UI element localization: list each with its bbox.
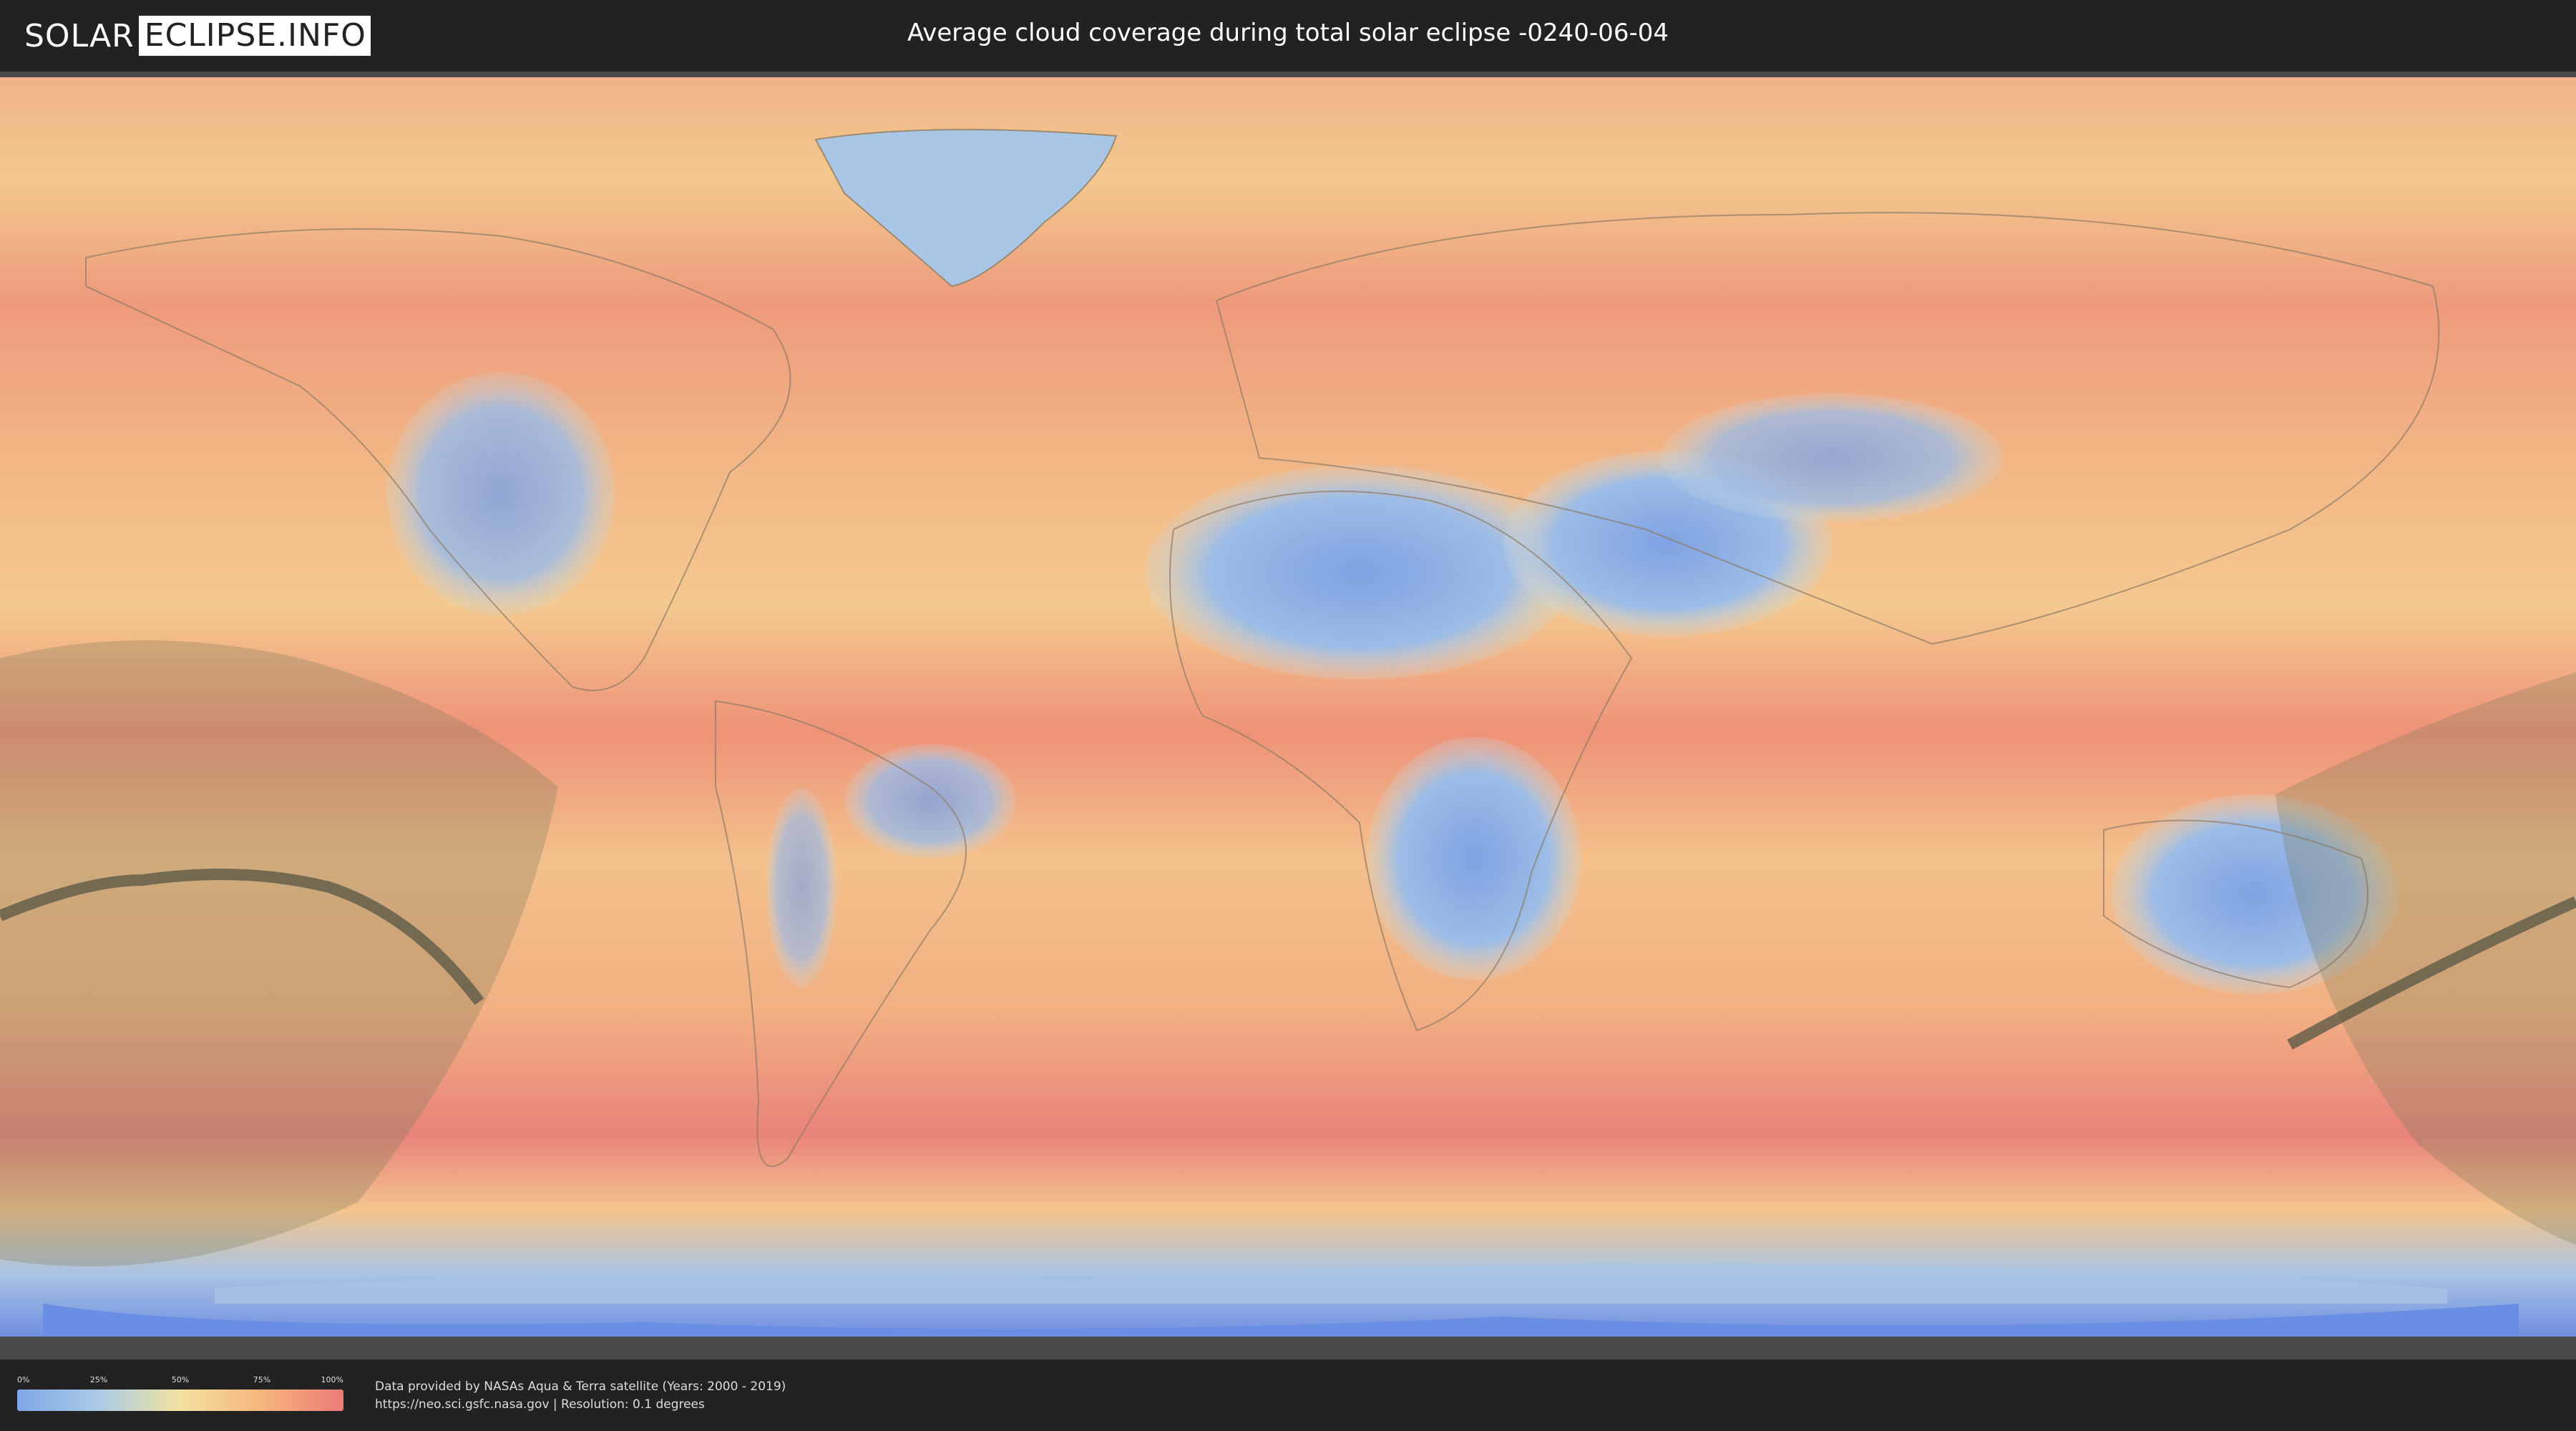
map-area[interactable]: [0, 72, 2576, 1359]
legend-tick-75: 75%: [253, 1375, 271, 1384]
data-credits: Data provided by NASAs Aqua & Terra sate…: [375, 1378, 786, 1414]
legend-tick-100: 100%: [321, 1375, 343, 1384]
page-title: Average cloud coverage during total sola…: [907, 19, 1669, 47]
central-asia-dry-region: [1660, 394, 2004, 522]
legend-tick-25: 25%: [89, 1375, 108, 1384]
credits-line-1: Data provided by NASAs Aqua & Terra sate…: [375, 1379, 786, 1394]
southern-africa-dry-region: [1367, 737, 1581, 980]
world-map-icon[interactable]: [0, 72, 2576, 1359]
legend-tick-0: 0%: [17, 1375, 30, 1384]
legend-ticks: 0% 25% 50% 75% 100%: [17, 1375, 343, 1385]
legend: 0% 25% 50% 75% 100% Data provided by NAS…: [0, 1359, 2576, 1431]
credits-line-2: https://neo.sci.gsfc.nasa.gov | Resoluti…: [375, 1397, 705, 1412]
andes-dry-region: [766, 787, 837, 987]
legend-color-bar: [17, 1390, 343, 1411]
page: SOLAR ECLIPSE.INFO Average cloud coverag…: [0, 0, 2576, 1431]
legend-tick-50: 50%: [171, 1375, 190, 1384]
south-america-dry-region: [844, 744, 1016, 859]
header: SOLAR ECLIPSE.INFO Average cloud coverag…: [0, 0, 2576, 72]
north-america-dry-region: [386, 372, 615, 615]
